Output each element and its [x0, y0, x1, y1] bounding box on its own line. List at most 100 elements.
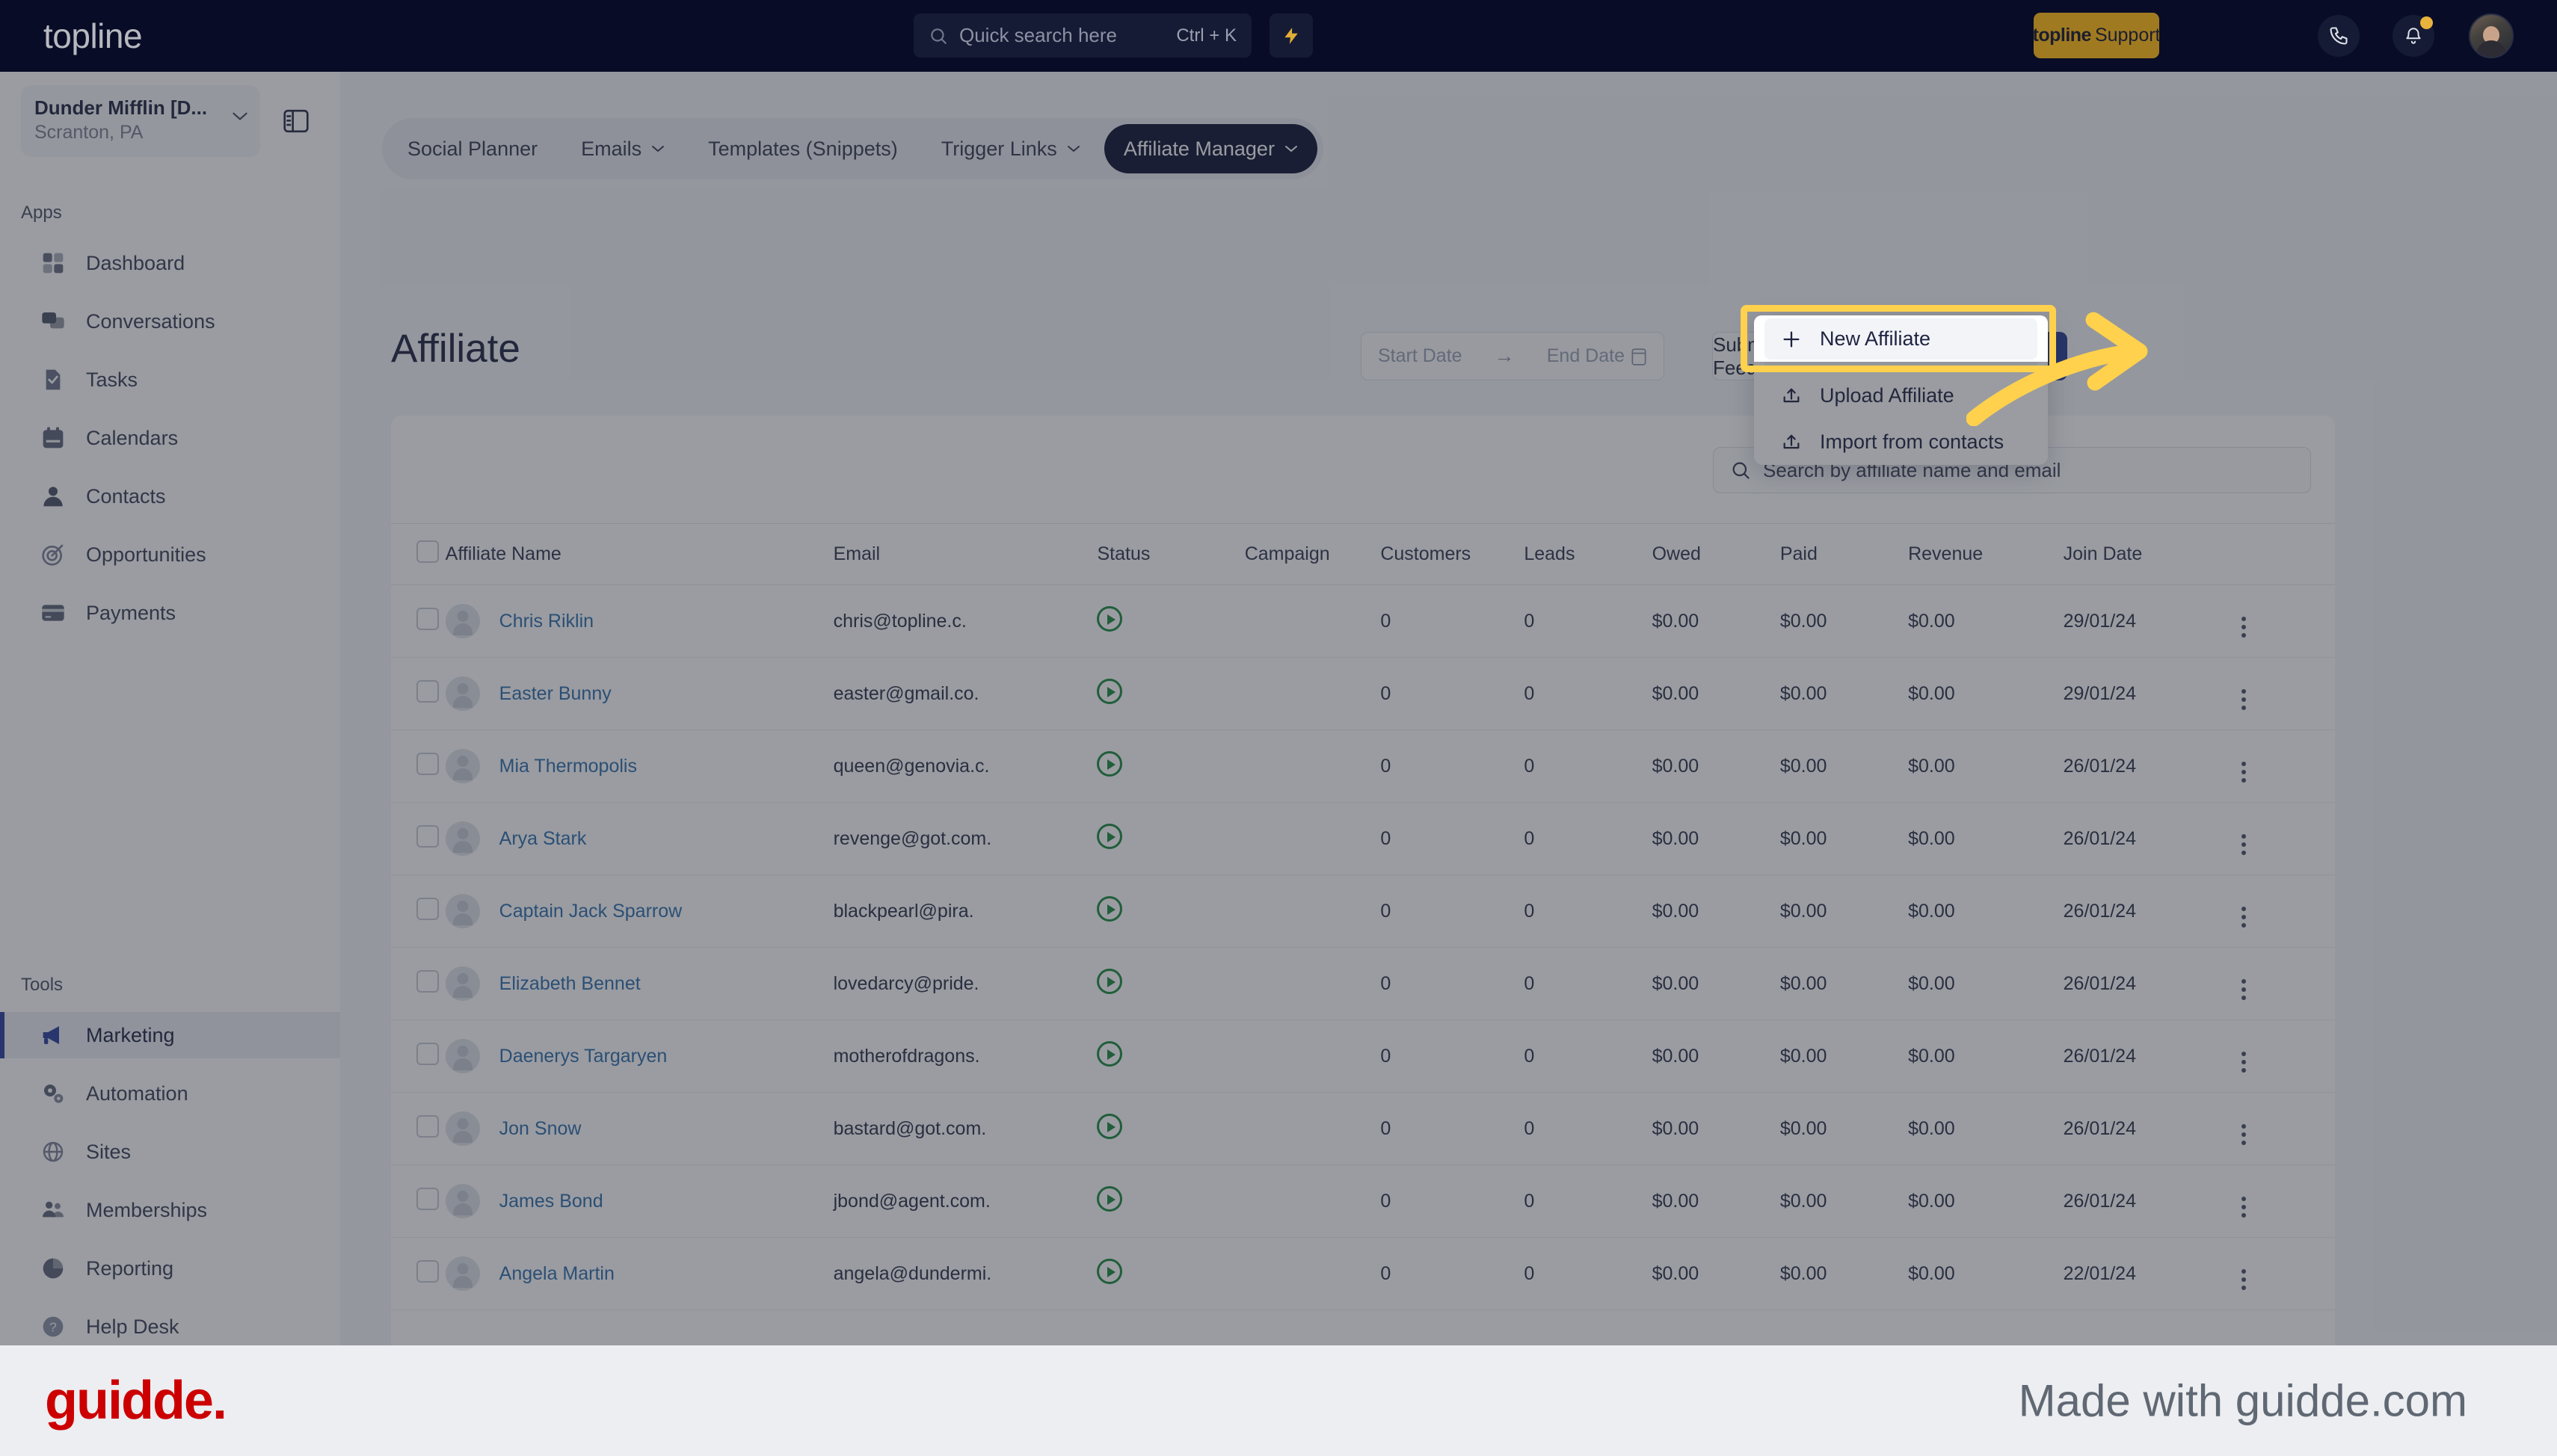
- row-menu-button[interactable]: [2241, 762, 2247, 783]
- table-row[interactable]: Elizabeth Bennet lovedarcy@pride. 0 0 $0.00 $…: [391, 947, 2335, 1020]
- status-active-icon[interactable]: [1097, 678, 1123, 704]
- row-menu-button[interactable]: [2241, 1052, 2247, 1073]
- sidebar-item-calendars[interactable]: Calendars: [0, 415, 340, 461]
- table-row[interactable]: Daenerys Targaryen motherofdragons. 0 0 $0.0…: [391, 1019, 2335, 1093]
- status-active-icon[interactable]: [1097, 823, 1123, 849]
- col-campaign[interactable]: Campaign: [1244, 523, 1381, 585]
- status-active-icon[interactable]: [1097, 605, 1123, 632]
- col-affiliate-name[interactable]: Affiliate Name: [445, 523, 834, 585]
- col-email[interactable]: Email: [833, 523, 1098, 585]
- avatar: [445, 894, 480, 928]
- row-checkbox[interactable]: [416, 1042, 439, 1065]
- date-range-picker[interactable]: Start Date → End Date: [1361, 332, 1664, 380]
- row-menu-button[interactable]: [2241, 689, 2247, 710]
- row-menu-button[interactable]: [2241, 1197, 2247, 1218]
- col-revenue[interactable]: Revenue: [1908, 523, 2064, 585]
- start-date-input[interactable]: Start Date: [1378, 345, 1462, 367]
- owed-cell: $0.00: [1652, 1092, 1780, 1165]
- sidebar-item-memberships[interactable]: Memberships: [0, 1187, 340, 1233]
- row-checkbox[interactable]: [416, 897, 439, 920]
- row-menu-button[interactable]: [2241, 1124, 2247, 1145]
- quick-actions-button[interactable]: [1270, 13, 1313, 58]
- status-active-icon[interactable]: [1097, 1113, 1123, 1139]
- sidebar-item-payments[interactable]: Payments: [0, 590, 340, 636]
- col-owed[interactable]: Owed: [1652, 523, 1780, 585]
- sidebar-item-contacts[interactable]: Contacts: [0, 473, 340, 519]
- select-all-checkbox[interactable]: [416, 540, 439, 563]
- row-checkbox[interactable]: [416, 607, 439, 630]
- status-cell: [1097, 584, 1245, 658]
- status-active-icon[interactable]: [1097, 1258, 1123, 1284]
- status-active-icon[interactable]: [1097, 895, 1123, 922]
- end-date-input[interactable]: End Date: [1547, 345, 1625, 367]
- col-status[interactable]: Status: [1097, 523, 1245, 585]
- col-join-date[interactable]: Join Date: [2063, 523, 2242, 585]
- table-row[interactable]: Chris Riklin chris@topline.c. 0 0 $0.00 $0.00…: [391, 584, 2335, 658]
- sidebar-item-help-desk[interactable]: ? Help Desk: [0, 1304, 340, 1350]
- row-checkbox[interactable]: [416, 1259, 439, 1283]
- affiliate-name-link[interactable]: Captain Jack Sparrow: [499, 901, 683, 922]
- table-row[interactable]: Angela Martin angela@dundermi. 0 0 $0.00 $0.0…: [391, 1237, 2335, 1310]
- affiliate-name-link[interactable]: Arya Stark: [499, 828, 587, 850]
- table-row[interactable]: Easter Bunny easter@gmail.co. 0 0 $0.00 $0.00…: [391, 657, 2335, 730]
- sidebar-item-opportunities[interactable]: Opportunities: [0, 531, 340, 578]
- table-row[interactable]: Arya Stark revenge@got.com. 0 0 $0.00 $0.00 $0…: [391, 802, 2335, 875]
- affiliate-name-link[interactable]: James Bond: [499, 1191, 603, 1212]
- leads-cell: 0: [1524, 729, 1652, 803]
- avatar[interactable]: [2469, 13, 2514, 58]
- row-checkbox[interactable]: [416, 1114, 439, 1138]
- row-menu-button[interactable]: [2241, 1269, 2247, 1290]
- sidebar-toggle-icon[interactable]: [283, 109, 310, 133]
- row-menu-button[interactable]: [2241, 907, 2247, 928]
- sidebar-item-conversations[interactable]: Conversations: [0, 298, 340, 345]
- location-selector[interactable]: Dunder Mifflin [D... Scranton, PA: [21, 85, 260, 157]
- affiliate-name-link[interactable]: Mia Thermopolis: [499, 756, 637, 777]
- affiliate-name-link[interactable]: Daenerys Targaryen: [499, 1046, 668, 1067]
- chat-bubbles-icon: [42, 312, 64, 329]
- status-active-icon[interactable]: [1097, 1040, 1123, 1067]
- tab-trigger-links[interactable]: Trigger Links: [922, 124, 1100, 173]
- table-row[interactable]: James Bond jbond@agent.com. 0 0 $0.00 $0.00 $0…: [391, 1165, 2335, 1238]
- quick-search-input[interactable]: Quick search here Ctrl + K: [914, 13, 1252, 58]
- row-menu-button[interactable]: [2241, 617, 2247, 638]
- sidebar-item-marketing[interactable]: Marketing: [0, 1012, 340, 1058]
- row-checkbox[interactable]: [416, 679, 439, 703]
- sidebar-item-dashboard[interactable]: Dashboard: [0, 240, 340, 286]
- col-leads[interactable]: Leads: [1524, 523, 1652, 585]
- table-row[interactable]: Jon Snow bastard@got.com. 0 0 $0.00 $0.00 $0.0…: [391, 1092, 2335, 1165]
- affiliate-name-link[interactable]: Elizabeth Bennet: [499, 973, 641, 995]
- row-checkbox[interactable]: [416, 1187, 439, 1210]
- paid-cell: $0.00: [1779, 1165, 1909, 1238]
- row-checkbox[interactable]: [416, 969, 439, 993]
- row-checkbox[interactable]: [416, 824, 439, 848]
- tab-affiliate-manager[interactable]: Affiliate Manager: [1104, 124, 1317, 173]
- affiliate-name-link[interactable]: Angela Martin: [499, 1263, 615, 1285]
- row-menu-button[interactable]: [2241, 979, 2247, 1000]
- table-row[interactable]: Captain Jack Sparrow blackpearl@pira. 0 0 $0…: [391, 874, 2335, 948]
- row-checkbox[interactable]: [416, 752, 439, 775]
- col-customers[interactable]: Customers: [1380, 523, 1524, 585]
- support-button[interactable]: topline Support: [2033, 13, 2161, 58]
- app-logo[interactable]: topline: [43, 16, 143, 56]
- sidebar-item-tasks[interactable]: Tasks: [0, 357, 340, 403]
- tab-social-planner[interactable]: Social Planner: [388, 124, 557, 173]
- row-menu-button[interactable]: [2241, 834, 2247, 855]
- tab-templates-snippets[interactable]: Templates (Snippets): [689, 124, 917, 173]
- sidebar-item-reporting[interactable]: Reporting: [0, 1245, 340, 1292]
- sidebar-item-automation[interactable]: Automation: [0, 1070, 340, 1117]
- affiliate-name-link[interactable]: Jon Snow: [499, 1118, 582, 1140]
- affiliate-name-link[interactable]: Easter Bunny: [499, 683, 612, 705]
- affiliate-name-link[interactable]: Chris Riklin: [499, 611, 594, 632]
- status-active-icon[interactable]: [1097, 750, 1123, 777]
- lightning-bolt-icon: [1284, 27, 1298, 44]
- sidebar-item-label: Marketing: [86, 1023, 175, 1046]
- status-active-icon[interactable]: [1097, 1185, 1123, 1212]
- notifications-button[interactable]: [2393, 15, 2434, 57]
- affiliate-name-cell: James Bond: [445, 1165, 834, 1238]
- table-row[interactable]: Mia Thermopolis queen@genovia.c. 0 0 $0.00 $0…: [391, 729, 2335, 803]
- phone-button[interactable]: [2318, 15, 2360, 57]
- col-paid[interactable]: Paid: [1779, 523, 1909, 585]
- sidebar-item-sites[interactable]: Sites: [0, 1129, 340, 1175]
- status-active-icon[interactable]: [1097, 968, 1123, 994]
- tab-emails[interactable]: Emails: [561, 124, 684, 173]
